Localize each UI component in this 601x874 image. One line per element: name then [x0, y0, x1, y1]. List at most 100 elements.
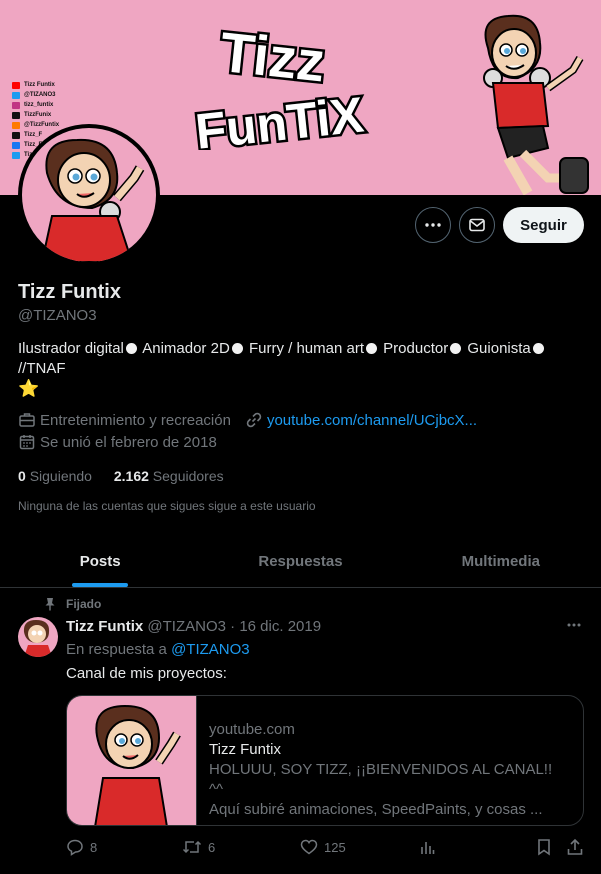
active-tab-indicator	[72, 583, 129, 587]
following-count: 0	[18, 468, 26, 484]
more-options-button[interactable]	[415, 207, 451, 243]
social-platform-icon	[12, 91, 20, 99]
profile-tabs: Posts Respuestas Multimedia	[0, 535, 601, 588]
social-platform-icon	[12, 81, 20, 89]
post-author-handle[interactable]: @TIZANO3	[147, 618, 226, 635]
social-platform-icon	[12, 141, 20, 149]
briefcase-icon	[19, 413, 35, 427]
tab-replies[interactable]: Respuestas	[200, 535, 400, 587]
social-platform-icon	[12, 121, 20, 129]
bio-dot-icon	[532, 343, 544, 354]
reply-icon	[67, 839, 83, 856]
bio-part: //TNAF	[18, 360, 66, 377]
reply-context: En respuesta a @TIZANO3	[66, 641, 250, 658]
banner-logo: Tizz FunTiX	[190, 20, 368, 150]
banner-logo-line2: FunTiX	[193, 87, 366, 150]
profile-name: Tizz Funtix	[18, 281, 121, 303]
profile-meta-row-2: Se unió el febrero de 2018	[18, 433, 217, 451]
message-button[interactable]	[459, 207, 495, 243]
bio-dot-icon	[450, 343, 462, 354]
star-icon: ⭐	[18, 379, 40, 398]
like-button[interactable]: 125	[300, 838, 346, 856]
more-horizontal-icon	[425, 223, 441, 227]
social-platform-icon	[12, 151, 20, 159]
banner-character-illustration	[483, 14, 589, 195]
banner-social-text: Tizz Funtix	[24, 82, 55, 88]
view-analytics-button[interactable]	[418, 838, 442, 856]
post-text: Canal de mis proyectos:	[66, 665, 227, 682]
more-horizontal-icon	[567, 623, 581, 627]
profile-website-link[interactable]: youtube.com/channel/UCjbcX...	[267, 412, 477, 429]
link-card-domain: youtube.com	[209, 721, 295, 738]
follow-button[interactable]: Seguir	[503, 207, 584, 243]
profile-handle: @TIZANO3	[18, 307, 97, 324]
banner-social-text: @TizzFuntix	[24, 122, 60, 128]
banner-social-row: Tizz Funtix	[12, 80, 59, 90]
link-card-description-line1: HOLUUU, SOY TIZZ, ¡¡BIENVENIDOS AL CANAL…	[209, 761, 553, 798]
bio-part: Animador 2D	[142, 340, 230, 357]
post-date[interactable]: 16 dic. 2019	[239, 618, 321, 635]
bio-dot-icon	[125, 343, 137, 354]
bio-part: Guionista	[467, 340, 531, 357]
link-card-body: youtube.com Tizz Funtix HOLUUU, SOY TIZZ…	[197, 696, 581, 825]
bookmark-button[interactable]	[536, 838, 558, 856]
bio-dot-icon	[231, 343, 243, 354]
profile-category: Entretenimiento y recreación	[40, 411, 231, 429]
banner-social-row: TizzFunix	[12, 110, 59, 120]
bio-part: Productor	[383, 340, 449, 357]
link-card-thumbnail	[67, 696, 197, 825]
bio-dot-icon	[366, 343, 377, 354]
profile-meta-row-1: Entretenimiento y recreación youtube.com…	[18, 411, 477, 429]
share-button[interactable]	[566, 838, 590, 856]
link-card-title: Tizz Funtix	[209, 741, 281, 758]
post-author-avatar[interactable]	[18, 617, 58, 657]
link-icon	[246, 412, 262, 428]
profile-joined-date: Se unió el febrero de 2018	[40, 433, 217, 451]
following-link[interactable]: 0 Siguiendo	[18, 468, 92, 484]
followers-label: Seguidores	[152, 468, 224, 484]
post-author-name[interactable]: Tizz Funtix	[66, 618, 143, 635]
social-platform-icon	[12, 101, 20, 109]
banner-logo-line1: Tizz	[217, 20, 328, 93]
banner-social-text: @TIZANO3	[24, 92, 56, 98]
profile-avatar-image	[22, 128, 156, 262]
social-platform-icon	[12, 111, 20, 119]
banner-social-text: Tizz_F	[24, 132, 43, 138]
repost-icon	[182, 840, 202, 854]
repost-button[interactable]: 6	[182, 838, 215, 856]
social-platform-icon	[12, 131, 20, 139]
like-count: 125	[324, 839, 346, 855]
post-actions: 8 6 125	[66, 838, 584, 858]
profile-bio: Ilustrador digital Animador 2D Furry / h…	[18, 339, 578, 379]
post-header: Tizz Funtix @TIZANO3 · 16 dic. 2019	[66, 618, 321, 635]
reply-button[interactable]: 8	[66, 838, 97, 856]
pin-icon	[45, 598, 55, 611]
mutuals-note: Ninguna de las cuentas que sigues sigue …	[18, 499, 316, 513]
tab-label: Posts	[79, 552, 121, 570]
analytics-icon	[421, 842, 435, 854]
tab-posts[interactable]: Posts	[0, 535, 200, 587]
banner-social-row: @TizzFuntix	[12, 120, 59, 130]
tab-media[interactable]: Multimedia	[401, 535, 601, 587]
share-icon	[567, 838, 583, 855]
post-separator: ·	[230, 618, 236, 635]
follow-stats: 0 Siguiendo 2.162 Seguidores	[18, 468, 224, 484]
reply-prefix: En respuesta a	[66, 641, 167, 658]
reply-handle-link[interactable]: @TIZANO3	[171, 641, 250, 658]
pinned-indicator: Fijado	[44, 597, 101, 611]
banner-social-row: @TIZANO3	[12, 90, 59, 100]
calendar-icon	[19, 435, 35, 450]
link-card-description-line2: Aquí subiré animaciones, SpeedPaints, y …	[209, 801, 543, 818]
heart-icon	[300, 839, 318, 855]
bio-part: Ilustrador digital	[18, 340, 124, 357]
tab-label: Multimedia	[461, 552, 540, 570]
post-more-options-button[interactable]	[566, 617, 582, 637]
followers-count: 2.162	[113, 468, 149, 484]
link-preview-card[interactable]: youtube.com Tizz Funtix HOLUUU, SOY TIZZ…	[66, 695, 584, 826]
bio-part: Furry / human art	[248, 340, 364, 357]
followers-link[interactable]: 2.162 Seguidores	[114, 468, 224, 484]
bookmark-icon	[538, 839, 550, 856]
banner-social-row: tizz_funtix	[12, 100, 59, 110]
pinned-label: Fijado	[66, 597, 102, 611]
profile-avatar[interactable]	[18, 124, 160, 266]
